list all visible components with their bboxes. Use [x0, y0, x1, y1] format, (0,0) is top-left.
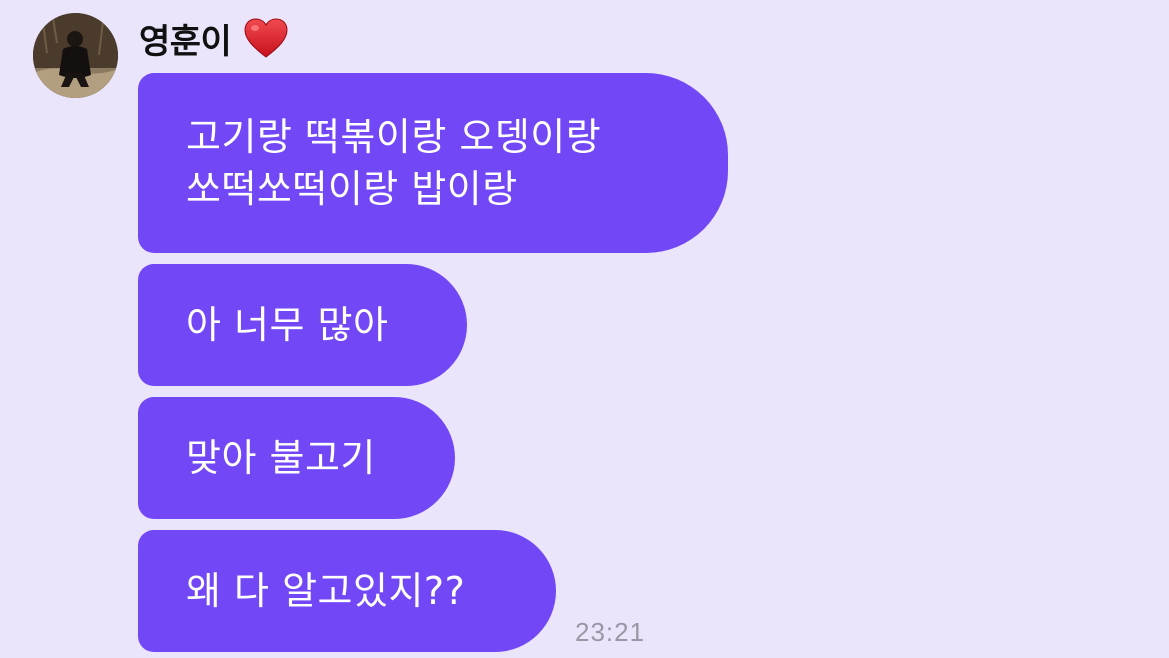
- message-text: 맞아 불고기: [186, 436, 376, 480]
- message-bubble[interactable]: 왜 다 알고있지??: [138, 530, 556, 652]
- message-text: 아 너무 많아: [186, 303, 389, 347]
- message-bubble[interactable]: 고기랑 떡볶이랑 오뎅이랑 쏘떡쏘떡이랑 밥이랑: [138, 73, 728, 253]
- message-timestamp: 23:21: [575, 617, 646, 647]
- message-bubble[interactable]: 맞아 불고기: [138, 397, 455, 519]
- message-text: 왜 다 알고있지??: [186, 569, 466, 613]
- profile-photo-icon: [33, 13, 118, 98]
- sender-name[interactable]: 영훈이: [139, 14, 232, 63]
- message-text: 고기랑 떡볶이랑 오뎅이랑 쏘떡쏘떡이랑 밥이랑: [186, 115, 602, 211]
- message-bubble[interactable]: 아 너무 많아: [138, 264, 467, 386]
- sender-header: 영훈이: [139, 14, 289, 62]
- avatar[interactable]: [33, 13, 118, 98]
- red-heart-icon: [243, 17, 289, 59]
